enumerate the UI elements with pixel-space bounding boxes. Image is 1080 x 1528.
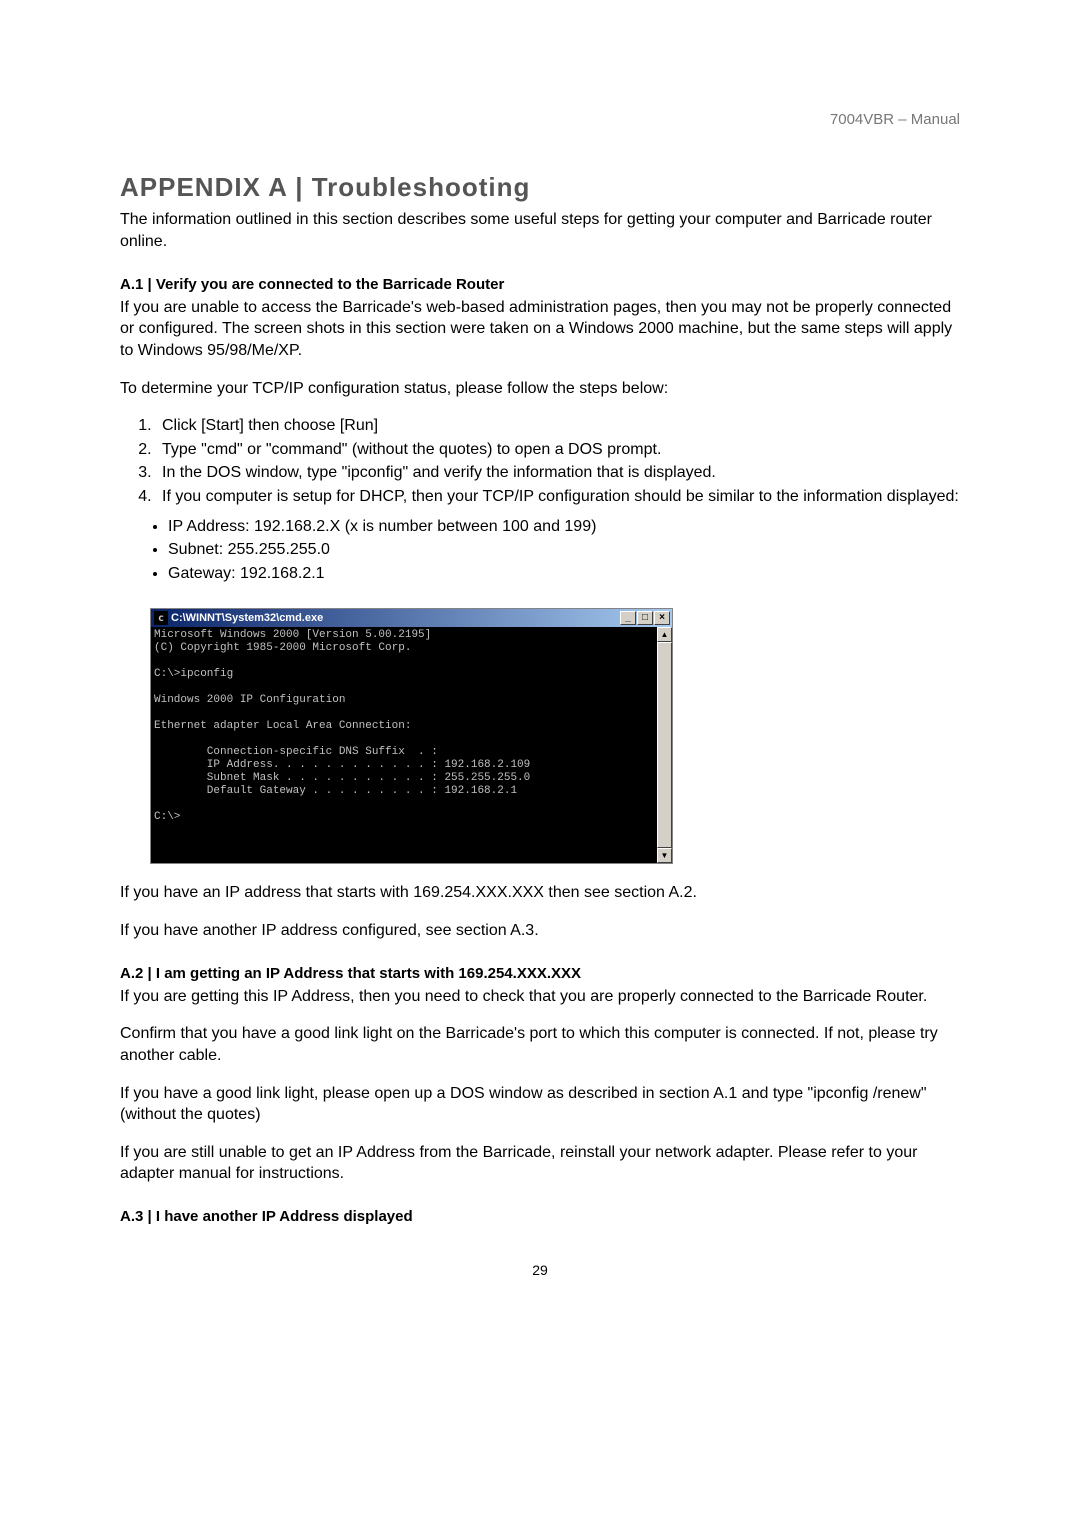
window-controls: _ □ × <box>620 611 670 625</box>
cmd-icon: c <box>154 611 168 625</box>
header-doc-title: 7004VBR – Manual <box>120 110 960 130</box>
appendix-title: APPENDIX A | Troubleshooting <box>120 170 960 205</box>
list-item: Type "cmd" or "command" (without the quo… <box>156 439 960 461</box>
list-item: Subnet: 255.255.255.0 <box>168 539 960 561</box>
cmd-output: Microsoft Windows 2000 [Version 5.00.219… <box>151 627 657 863</box>
a1-p2: To determine your TCP/IP configuration s… <box>120 378 960 400</box>
scrollbar-track[interactable] <box>657 642 672 848</box>
page-number: 29 <box>120 1261 960 1280</box>
scroll-up-icon[interactable]: ▲ <box>657 627 672 642</box>
a1-heading: A.1 | Verify you are connected to the Ba… <box>120 275 960 295</box>
a2-p4: If you are still unable to get an IP Add… <box>120 1142 960 1185</box>
minimize-button[interactable]: _ <box>620 611 636 625</box>
a1-after1: If you have an IP address that starts wi… <box>120 882 960 904</box>
intro-paragraph: The information outlined in this section… <box>120 209 960 252</box>
list-item: In the DOS window, type "ipconfig" and v… <box>156 462 960 484</box>
list-item: IP Address: 192.168.2.X (x is number bet… <box>168 516 960 538</box>
a1-steps-list: Click [Start] then choose [Run] Type "cm… <box>156 415 960 507</box>
list-item: If you computer is setup for DHCP, then … <box>156 486 960 508</box>
manual-page: 7004VBR – Manual APPENDIX A | Troublesho… <box>0 0 1080 1320</box>
a3-heading: A.3 | I have another IP Address displaye… <box>120 1207 960 1227</box>
a1-after2: If you have another IP address configure… <box>120 920 960 942</box>
cmd-titlebar: c C:\WINNT\System32\cmd.exe _ □ × <box>151 609 672 627</box>
a1-bullet-list: IP Address: 192.168.2.X (x is number bet… <box>168 516 960 585</box>
a1-p1: If you are unable to access the Barricad… <box>120 297 960 362</box>
cmd-window-title: C:\WINNT\System32\cmd.exe <box>171 611 620 626</box>
scrollbar-thumb[interactable] <box>657 642 672 848</box>
scroll-down-icon[interactable]: ▼ <box>657 848 672 863</box>
list-item: Gateway: 192.168.2.1 <box>168 563 960 585</box>
scrollbar-vertical[interactable]: ▲ ▼ <box>657 627 672 863</box>
a2-p1: If you are getting this IP Address, then… <box>120 986 960 1008</box>
a2-p2: Confirm that you have a good link light … <box>120 1023 960 1066</box>
cmd-window: c C:\WINNT\System32\cmd.exe _ □ × Micros… <box>150 608 673 864</box>
close-button[interactable]: × <box>654 611 670 625</box>
list-item: Click [Start] then choose [Run] <box>156 415 960 437</box>
maximize-button[interactable]: □ <box>637 611 653 625</box>
a2-heading: A.2 | I am getting an IP Address that st… <box>120 964 960 984</box>
a2-p3: If you have a good link light, please op… <box>120 1083 960 1126</box>
